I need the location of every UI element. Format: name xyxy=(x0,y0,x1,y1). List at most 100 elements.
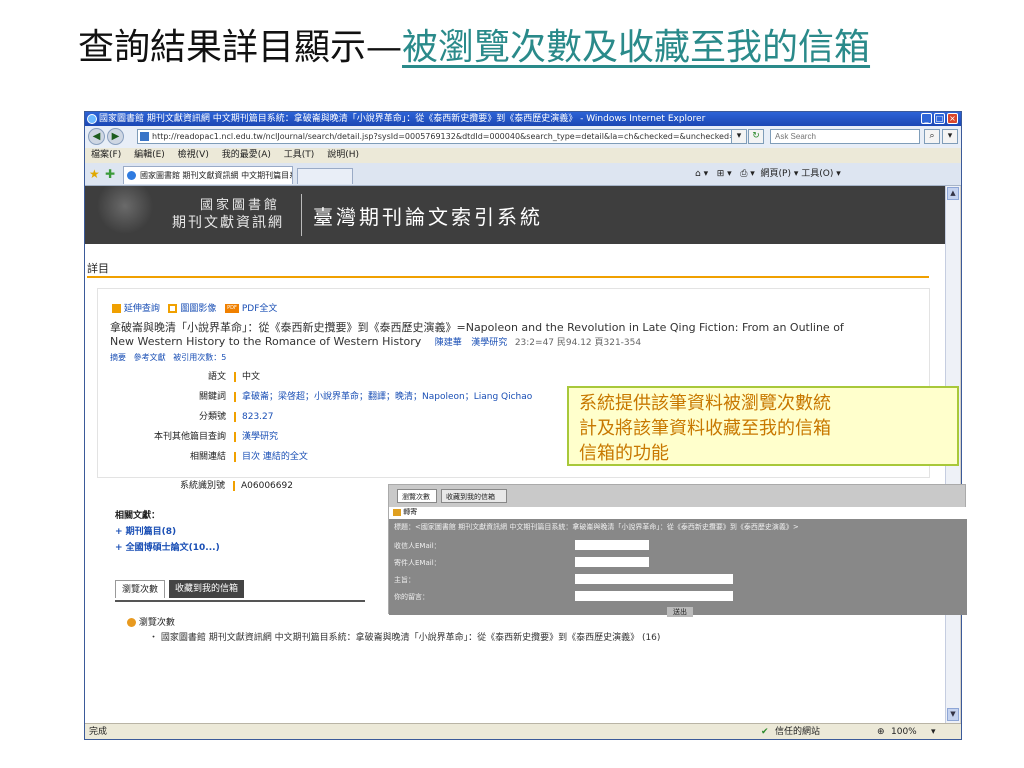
menu-favorites[interactable]: 我的最愛(A) xyxy=(222,148,271,163)
forward-button[interactable]: ▶ xyxy=(107,128,124,145)
meta-label: 本刊其他篇目查詢 xyxy=(153,432,226,442)
check-icon: ✔ xyxy=(761,727,769,737)
page-icon xyxy=(140,132,149,141)
message-label: 你的留言： xyxy=(394,593,429,601)
image-link[interactable]: 圖圖影像 xyxy=(180,304,216,314)
browser-tab-active[interactable]: 國家圖書館 期刊文獻資訊網 中文期刊篇目系... xyxy=(123,166,293,184)
author-link[interactable]: 陳建華 xyxy=(435,338,462,348)
article-title-line2: New Western History to the Romance of We… xyxy=(110,335,641,348)
refresh-button[interactable]: ↻ xyxy=(748,129,764,144)
minimize-button[interactable]: _ xyxy=(921,113,932,124)
tab-mailbox[interactable]: 收藏到我的信箱 xyxy=(169,580,245,598)
other-articles-link[interactable]: 漢學研究 xyxy=(242,432,278,442)
send-heading-text: 轉寄 xyxy=(403,508,418,516)
library-name: 國家圖書館 xyxy=(200,198,281,213)
browser-tab-new[interactable] xyxy=(297,168,353,184)
back-button[interactable]: ◀ xyxy=(88,128,105,145)
related-links[interactable]: 目次 連結的全文 xyxy=(242,452,308,462)
pdf-icon: PDF xyxy=(224,304,239,313)
menu-help[interactable]: 說明(H) xyxy=(327,148,359,163)
trusted-zone-label: 信任的網站 xyxy=(775,727,821,737)
citation-text: 23:2=47 民94.12 頁321-354 xyxy=(514,338,642,348)
home-icon[interactable]: ⌂ ▾ xyxy=(695,169,708,179)
feeds-icon[interactable]: ⊞ ▾ xyxy=(717,169,732,179)
menu-bar: 檔案(F) 編輯(E) 檢視(V) 我的最愛(A) 工具(T) 說明(H) xyxy=(85,148,961,163)
site-banner: 國家圖書館 期刊文獻資訊網 臺灣期刊論文索引系統 xyxy=(85,186,945,244)
tab-ie-icon xyxy=(127,171,136,180)
mail-subject-line: 標題：<國家圖書館 期刊文獻資訊網 中文期刊篇目系統：拿破崙與晚清「小說界革命」… xyxy=(394,523,799,531)
address-dropdown-button[interactable]: ▾ xyxy=(731,129,747,144)
callout-line2: 計及將該筆資料收藏至我的信箱 xyxy=(579,418,831,439)
subject-label: 主旨： xyxy=(394,576,415,584)
related-theses-link[interactable]: + 全國博碩士論文(10...) xyxy=(115,540,220,553)
slide-title: 查詢結果詳目顯示—被瀏覽次數及收藏至我的信箱 xyxy=(78,18,870,70)
close-button[interactable]: × xyxy=(947,113,958,124)
detail-heading: 詳目 xyxy=(87,262,109,275)
views-icon xyxy=(127,618,136,627)
menu-file[interactable]: 檔案(F) xyxy=(91,148,121,163)
maximize-button[interactable]: □ xyxy=(934,113,945,124)
meta-label: 分類號 xyxy=(198,412,226,422)
scroll-up-button[interactable]: ▲ xyxy=(947,187,959,200)
sender-label: 寄件人EMail： xyxy=(394,559,441,567)
article-title-line2-text: New Western History to the Romance of We… xyxy=(110,335,422,348)
meta-label: 系統識別號 xyxy=(179,481,225,491)
message-input[interactable] xyxy=(575,591,733,601)
address-row: ◀ ▶ http://readopac1.ncl.edu.tw/nclJourn… xyxy=(85,126,961,148)
journal-link[interactable]: 漢學研究 xyxy=(471,338,507,348)
extended-search-link[interactable]: 延伸查詢 xyxy=(124,304,160,314)
favorites-star-icon[interactable]: ★ xyxy=(89,167,100,181)
ie-icon xyxy=(87,114,97,124)
action-links: 延伸查詢 圖圖影像 PDF PDF全文 xyxy=(112,301,277,314)
mail-tab-views[interactable]: 瀏覽次數 xyxy=(397,489,437,503)
views-heading: 瀏覽次數 xyxy=(138,618,175,628)
mail-form: 標題：<國家圖書館 期刊文獻資訊網 中文期刊篇目系統：拿破崙與晚清「小說界革命」… xyxy=(389,519,967,617)
callout-line1: 系統提供該筆資料被瀏覽次數統 xyxy=(579,393,831,414)
tab-bar: ★ ✚ 國家圖書館 期刊文獻資訊網 中文期刊篇目系... ⌂ ▾ ⊞ ▾ ⎙ ▾… xyxy=(85,163,961,186)
send-button[interactable]: 送出 xyxy=(667,607,693,617)
views-item: ・ 國家圖書館 期刊文獻資訊網 中文期刊篇目系統：拿破崙與晚清「小說界革命」：從… xyxy=(149,633,661,643)
recipient-label: 收信人EMail： xyxy=(394,542,441,550)
add-favorites-icon[interactable]: ✚ xyxy=(105,167,115,181)
banner-divider xyxy=(301,194,302,236)
menu-edit[interactable]: 編輯(E) xyxy=(134,148,165,163)
print-icon[interactable]: ⎙ ▾ xyxy=(740,169,755,179)
search-button[interactable]: ⌕ xyxy=(924,129,940,144)
scroll-down-button[interactable]: ▼ xyxy=(947,708,959,721)
callout-line3: 信箱的功能 xyxy=(579,443,669,464)
pdf-fulltext-link[interactable]: PDF全文 xyxy=(242,304,278,314)
status-bar: 完成 ✔ 信任的網站 ⊕ 100% ▾ xyxy=(85,723,961,739)
subject-input[interactable] xyxy=(575,574,733,584)
keywords-links[interactable]: 拿破崙；梁啓超；小說界革命；翻譯；晚清；Napoleon；Liang Qicha… xyxy=(242,392,532,402)
meta-label: 相關連結 xyxy=(189,452,226,462)
meta-value: A06006692 xyxy=(241,481,293,491)
sender-email-input[interactable] xyxy=(575,557,649,567)
views-section: 瀏覽次數 xyxy=(127,615,175,628)
meta-label: 關鍵詞 xyxy=(198,392,226,402)
page-tools-menu[interactable]: 網頁(P) ▾ 工具(O) ▾ xyxy=(761,169,841,179)
tab-views[interactable]: 瀏覽次數 xyxy=(115,580,166,598)
cited-count-link[interactable]: 被引用次數：5 xyxy=(173,353,226,362)
abstract-link[interactable]: 摘要 xyxy=(110,353,126,362)
network-name: 期刊文獻資訊網 xyxy=(172,215,284,231)
mail-tab-mailbox[interactable]: 收藏到我的信箱 xyxy=(441,489,507,503)
menu-view[interactable]: 檢視(V) xyxy=(178,148,209,163)
zoom-level[interactable]: 100% xyxy=(891,724,917,739)
search-input[interactable] xyxy=(770,129,920,144)
zoom-dropdown-icon[interactable]: ▾ xyxy=(931,724,936,739)
status-text: 完成 xyxy=(89,727,108,737)
related-periodicals-link[interactable]: + 期刊篇目(8) xyxy=(115,524,176,537)
mail-form-area: 轉寄 標題：<國家圖書館 期刊文獻資訊網 中文期刊篇目系統：拿破崙與晚清「小說界… xyxy=(389,507,967,617)
detail-divider xyxy=(87,276,929,278)
window-title: 國家圖書館 期刊文獻資訊網 中文期刊篇目系統：拿破崙與晚清「小說界革命」：從《泰… xyxy=(99,114,706,124)
search-icon xyxy=(112,304,121,313)
recipient-email-input[interactable] xyxy=(575,540,649,550)
classification-link[interactable]: 823.27 xyxy=(242,412,274,422)
sub-nav: 摘要 參考文獻 被引用次數：5 xyxy=(110,352,226,363)
address-bar[interactable]: http://readopac1.ncl.edu.tw/nclJournal/s… xyxy=(137,129,747,144)
menu-tools[interactable]: 工具(T) xyxy=(284,148,315,163)
related-heading: 相關文獻： xyxy=(115,511,161,521)
meta-value: 中文 xyxy=(242,372,261,382)
search-options-button[interactable]: ▾ xyxy=(942,129,958,144)
references-link[interactable]: 參考文獻 xyxy=(134,353,166,362)
